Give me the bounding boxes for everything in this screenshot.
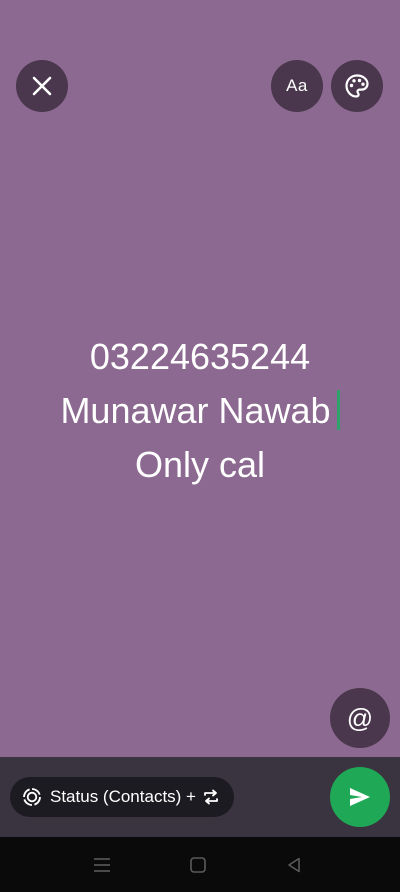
text-cursor xyxy=(336,390,340,430)
font-style-label: Aa xyxy=(286,76,308,95)
status-text-line-2: Munawar Nawab xyxy=(0,384,400,438)
send-button[interactable] xyxy=(330,767,390,827)
send-icon xyxy=(350,788,370,806)
color-palette-button[interactable] xyxy=(331,60,383,112)
status-text-line-2-text: Munawar Nawab xyxy=(60,390,331,431)
recent-apps-button[interactable] xyxy=(91,854,113,876)
back-icon xyxy=(288,857,300,873)
status-text-line-1: 03224635244 xyxy=(89,336,311,377)
palette-icon xyxy=(345,74,369,98)
at-icon: @ xyxy=(346,702,374,733)
menu-icon xyxy=(94,858,110,872)
bottom-bar: Status (Contacts) + xyxy=(0,757,400,837)
system-navigation-bar xyxy=(0,837,400,892)
mention-button[interactable]: @ xyxy=(330,688,390,748)
status-ring-icon xyxy=(22,787,42,807)
home-icon xyxy=(190,857,206,873)
status-text-editor[interactable]: 03224635244 Munawar Nawab Only cal xyxy=(0,330,400,492)
back-button[interactable] xyxy=(283,854,305,876)
font-style-button[interactable]: Aa xyxy=(271,60,323,112)
status-audience-selector[interactable]: Status (Contacts) + xyxy=(10,777,234,817)
home-button[interactable] xyxy=(187,854,209,876)
close-icon xyxy=(32,76,52,96)
status-text-line-3: Only cal xyxy=(134,444,266,485)
swap-icon xyxy=(202,788,220,806)
status-canvas[interactable]: Aa 03224635244 Munawar Nawab Only cal @ xyxy=(0,0,400,757)
status-audience-label: Status (Contacts) + xyxy=(50,787,196,806)
close-button[interactable] xyxy=(16,60,68,112)
